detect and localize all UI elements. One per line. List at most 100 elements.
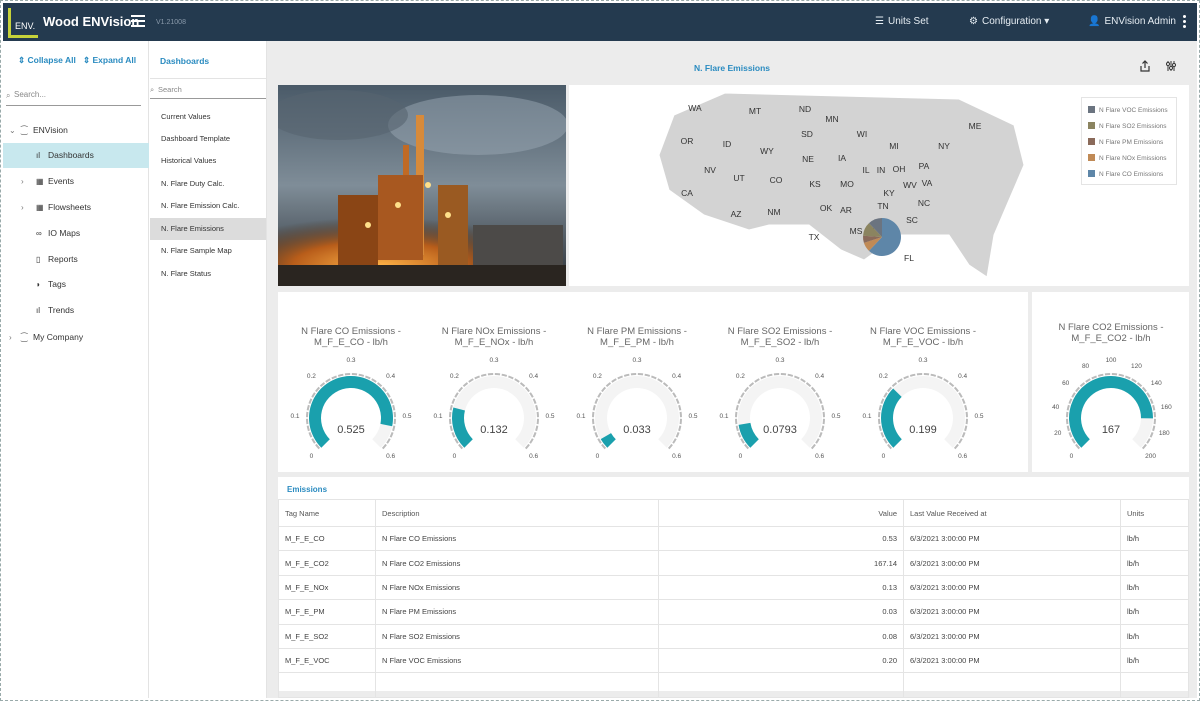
map-state-co[interactable]: CO bbox=[770, 175, 783, 185]
map-state-wa[interactable]: WA bbox=[688, 103, 702, 113]
tree-node-events[interactable]: › ▦ Events bbox=[3, 169, 149, 194]
table-row[interactable]: M_F_E_NOx N Flare NOx Emissions 0.13 6/3/20… bbox=[278, 574, 1189, 601]
legend-item[interactable]: N Flare CO Emissions bbox=[1088, 167, 1176, 183]
map-state-in[interactable]: IN bbox=[877, 165, 886, 175]
gauge-scale-mark bbox=[623, 373, 630, 377]
column-header-tag[interactable]: Tag Name bbox=[278, 499, 376, 527]
dashboard-item[interactable]: N. Flare Duty Calc. bbox=[150, 173, 266, 195]
legend-swatch bbox=[1088, 106, 1095, 113]
table-row[interactable]: M_F_E_CO2 N Flare CO2 Emissions 167.14 6/3/… bbox=[278, 550, 1189, 576]
legend-item[interactable]: N Flare PM Emissions bbox=[1088, 135, 1176, 151]
map-state-va[interactable]: VA bbox=[922, 178, 933, 188]
map-state-ia[interactable]: IA bbox=[838, 153, 846, 163]
map-state-ar[interactable]: AR bbox=[840, 205, 852, 215]
map-state-id[interactable]: ID bbox=[723, 139, 732, 149]
column-header-last-received[interactable]: Last Value Received at bbox=[903, 499, 1121, 527]
gauge-tick-label: 0.3 bbox=[632, 357, 642, 364]
tree-node-trends[interactable]: ıl Trends bbox=[3, 298, 149, 323]
dashboards-title: Dashboards bbox=[160, 56, 210, 66]
map-state-fl[interactable]: FL bbox=[904, 253, 914, 263]
dashboard-item[interactable]: Dashboard Template bbox=[150, 128, 266, 150]
share-icon[interactable] bbox=[1139, 60, 1151, 72]
map-state-me[interactable]: ME bbox=[969, 121, 982, 131]
map-state-nv[interactable]: NV bbox=[704, 165, 716, 175]
dashboard-item-selected[interactable]: N. Flare Emissions bbox=[150, 218, 266, 240]
map-state-mi[interactable]: MI bbox=[889, 141, 898, 151]
tree-node-envision[interactable]: ⌄ ⁐ ENVision bbox=[3, 118, 149, 143]
map-state-nd[interactable]: ND bbox=[799, 104, 811, 114]
table-row[interactable]: M_F_E_SO2 N Flare SO2 Emissions 0.08 6/3/20… bbox=[278, 623, 1189, 649]
tree-node-reports[interactable]: ▯ Reports bbox=[3, 247, 149, 272]
map-state-mo[interactable]: MO bbox=[840, 179, 854, 189]
tree-node-flowsheets[interactable]: › ▦ Flowsheets bbox=[3, 195, 149, 220]
column-header-units[interactable]: Units bbox=[1120, 499, 1189, 527]
gauge-tick-label: 0 bbox=[452, 452, 457, 460]
map-state-tx[interactable]: TX bbox=[809, 232, 820, 242]
map-state-pa[interactable]: PA bbox=[919, 161, 930, 171]
map-state-or[interactable]: OR bbox=[681, 136, 694, 146]
legend-item[interactable]: N Flare SO2 Emissions bbox=[1088, 119, 1176, 135]
map-state-nc[interactable]: NC bbox=[918, 198, 930, 208]
more-options-icon[interactable] bbox=[1183, 15, 1187, 30]
dashboard-item[interactable]: N. Flare Emission Calc. bbox=[150, 195, 266, 217]
map-state-ms[interactable]: MS bbox=[850, 226, 863, 236]
map-state-wi[interactable]: WI bbox=[857, 129, 867, 139]
legend-item[interactable]: N Flare NOx Emissions bbox=[1088, 151, 1176, 167]
table-title: Emissions bbox=[287, 485, 328, 494]
map-state-nm[interactable]: NM bbox=[767, 207, 780, 217]
map-state-wy[interactable]: WY bbox=[760, 146, 774, 156]
table-row[interactable]: M_F_E_PM N Flare PM Emissions 0.03 6/3/2021… bbox=[278, 599, 1189, 625]
bar-chart-icon: ıl bbox=[36, 306, 40, 315]
configuration-menu[interactable]: ⚙ Configuration ▾ bbox=[969, 16, 1049, 27]
collapse-all-button[interactable]: ⇕ Collapse All bbox=[18, 55, 76, 66]
tree-search-input[interactable]: ⌕ Search... bbox=[6, 90, 141, 106]
tree-node-my-company[interactable]: › ⁐ My Company bbox=[3, 325, 149, 350]
map-state-il[interactable]: IL bbox=[862, 165, 869, 175]
app-logo[interactable]: ENV. bbox=[8, 8, 38, 38]
table-row[interactable]: M_F_E_CO N Flare CO Emissions 0.53 6/3/2021… bbox=[278, 525, 1189, 552]
map-state-ne[interactable]: NE bbox=[802, 154, 814, 164]
map-state-ok[interactable]: OK bbox=[820, 203, 833, 213]
gauge-scale-mark bbox=[821, 404, 825, 411]
map-state-sc[interactable]: SC bbox=[906, 215, 918, 225]
cell-description: N Flare NOx Emissions bbox=[375, 574, 659, 601]
cell-description: N Flare VOC Emissions bbox=[375, 647, 659, 674]
map-state-ca[interactable]: CA bbox=[681, 188, 693, 198]
map-state-az[interactable]: AZ bbox=[731, 209, 742, 219]
map-state-ut[interactable]: UT bbox=[733, 173, 744, 183]
dashboard-item[interactable]: Historical Values bbox=[150, 150, 266, 172]
dashboard-item[interactable]: N. Flare Sample Map bbox=[150, 240, 266, 262]
column-header-description[interactable]: Description bbox=[375, 499, 659, 527]
dashboard-item[interactable]: Current Values bbox=[150, 106, 266, 128]
dashboard-item[interactable]: N. Flare Status bbox=[150, 263, 266, 285]
map-state-sd[interactable]: SD bbox=[801, 129, 813, 139]
column-header-value[interactable]: Value bbox=[658, 499, 904, 527]
user-menu[interactable]: 👤 ENVision Admin bbox=[1088, 16, 1176, 27]
legend-item[interactable]: N Flare VOC Emissions bbox=[1088, 103, 1176, 119]
menu-icon[interactable] bbox=[131, 15, 145, 27]
table-row[interactable]: M_F_E_VOC N Flare VOC Emissions 0.20 6/3/20… bbox=[278, 647, 1189, 674]
units-set-button[interactable]: ☰ Units Set bbox=[875, 16, 929, 27]
tree-node-tags[interactable]: ◗ Tags bbox=[3, 272, 149, 297]
gauge-tick-label: 0.5 bbox=[831, 413, 841, 420]
map-state-wv[interactable]: WV bbox=[903, 180, 917, 190]
map-state-tn[interactable]: TN bbox=[877, 201, 888, 211]
map-state-oh[interactable]: OH bbox=[893, 164, 906, 174]
gauge-scale-mark bbox=[735, 404, 739, 411]
gauges-card: N Flare CO Emissions - M_F_E_CO - lb/h 0 0.… bbox=[278, 292, 1028, 472]
tree-node-dashboards[interactable]: ıl Dashboards bbox=[3, 143, 149, 168]
tree-node-io-maps[interactable]: ∞ IO Maps bbox=[3, 221, 149, 246]
expand-all-label: Expand All bbox=[92, 55, 137, 65]
table-header-row: Tag Name Description Value Last Value Re… bbox=[278, 499, 1189, 527]
expand-all-button[interactable]: ⇕ Expand All bbox=[83, 55, 136, 66]
gauge-tick-label: 60 bbox=[1062, 380, 1070, 388]
filter-settings-icon[interactable] bbox=[1165, 60, 1177, 72]
map-state-ky[interactable]: KY bbox=[883, 188, 895, 198]
map-state-mn[interactable]: MN bbox=[825, 114, 838, 124]
map-state-mt[interactable]: MT bbox=[749, 106, 761, 116]
us-map[interactable]: WA MT ND MN OR ID SD WI MI ME WY IA NY NE NV UT CO IL IN OH… bbox=[629, 85, 1049, 286]
dashboard-search-input[interactable]: ⌕ Search bbox=[150, 85, 266, 99]
map-state-ny[interactable]: NY bbox=[938, 141, 950, 151]
gauge-tick-label: 0.4 bbox=[815, 373, 825, 381]
map-state-ks[interactable]: KS bbox=[809, 179, 821, 189]
